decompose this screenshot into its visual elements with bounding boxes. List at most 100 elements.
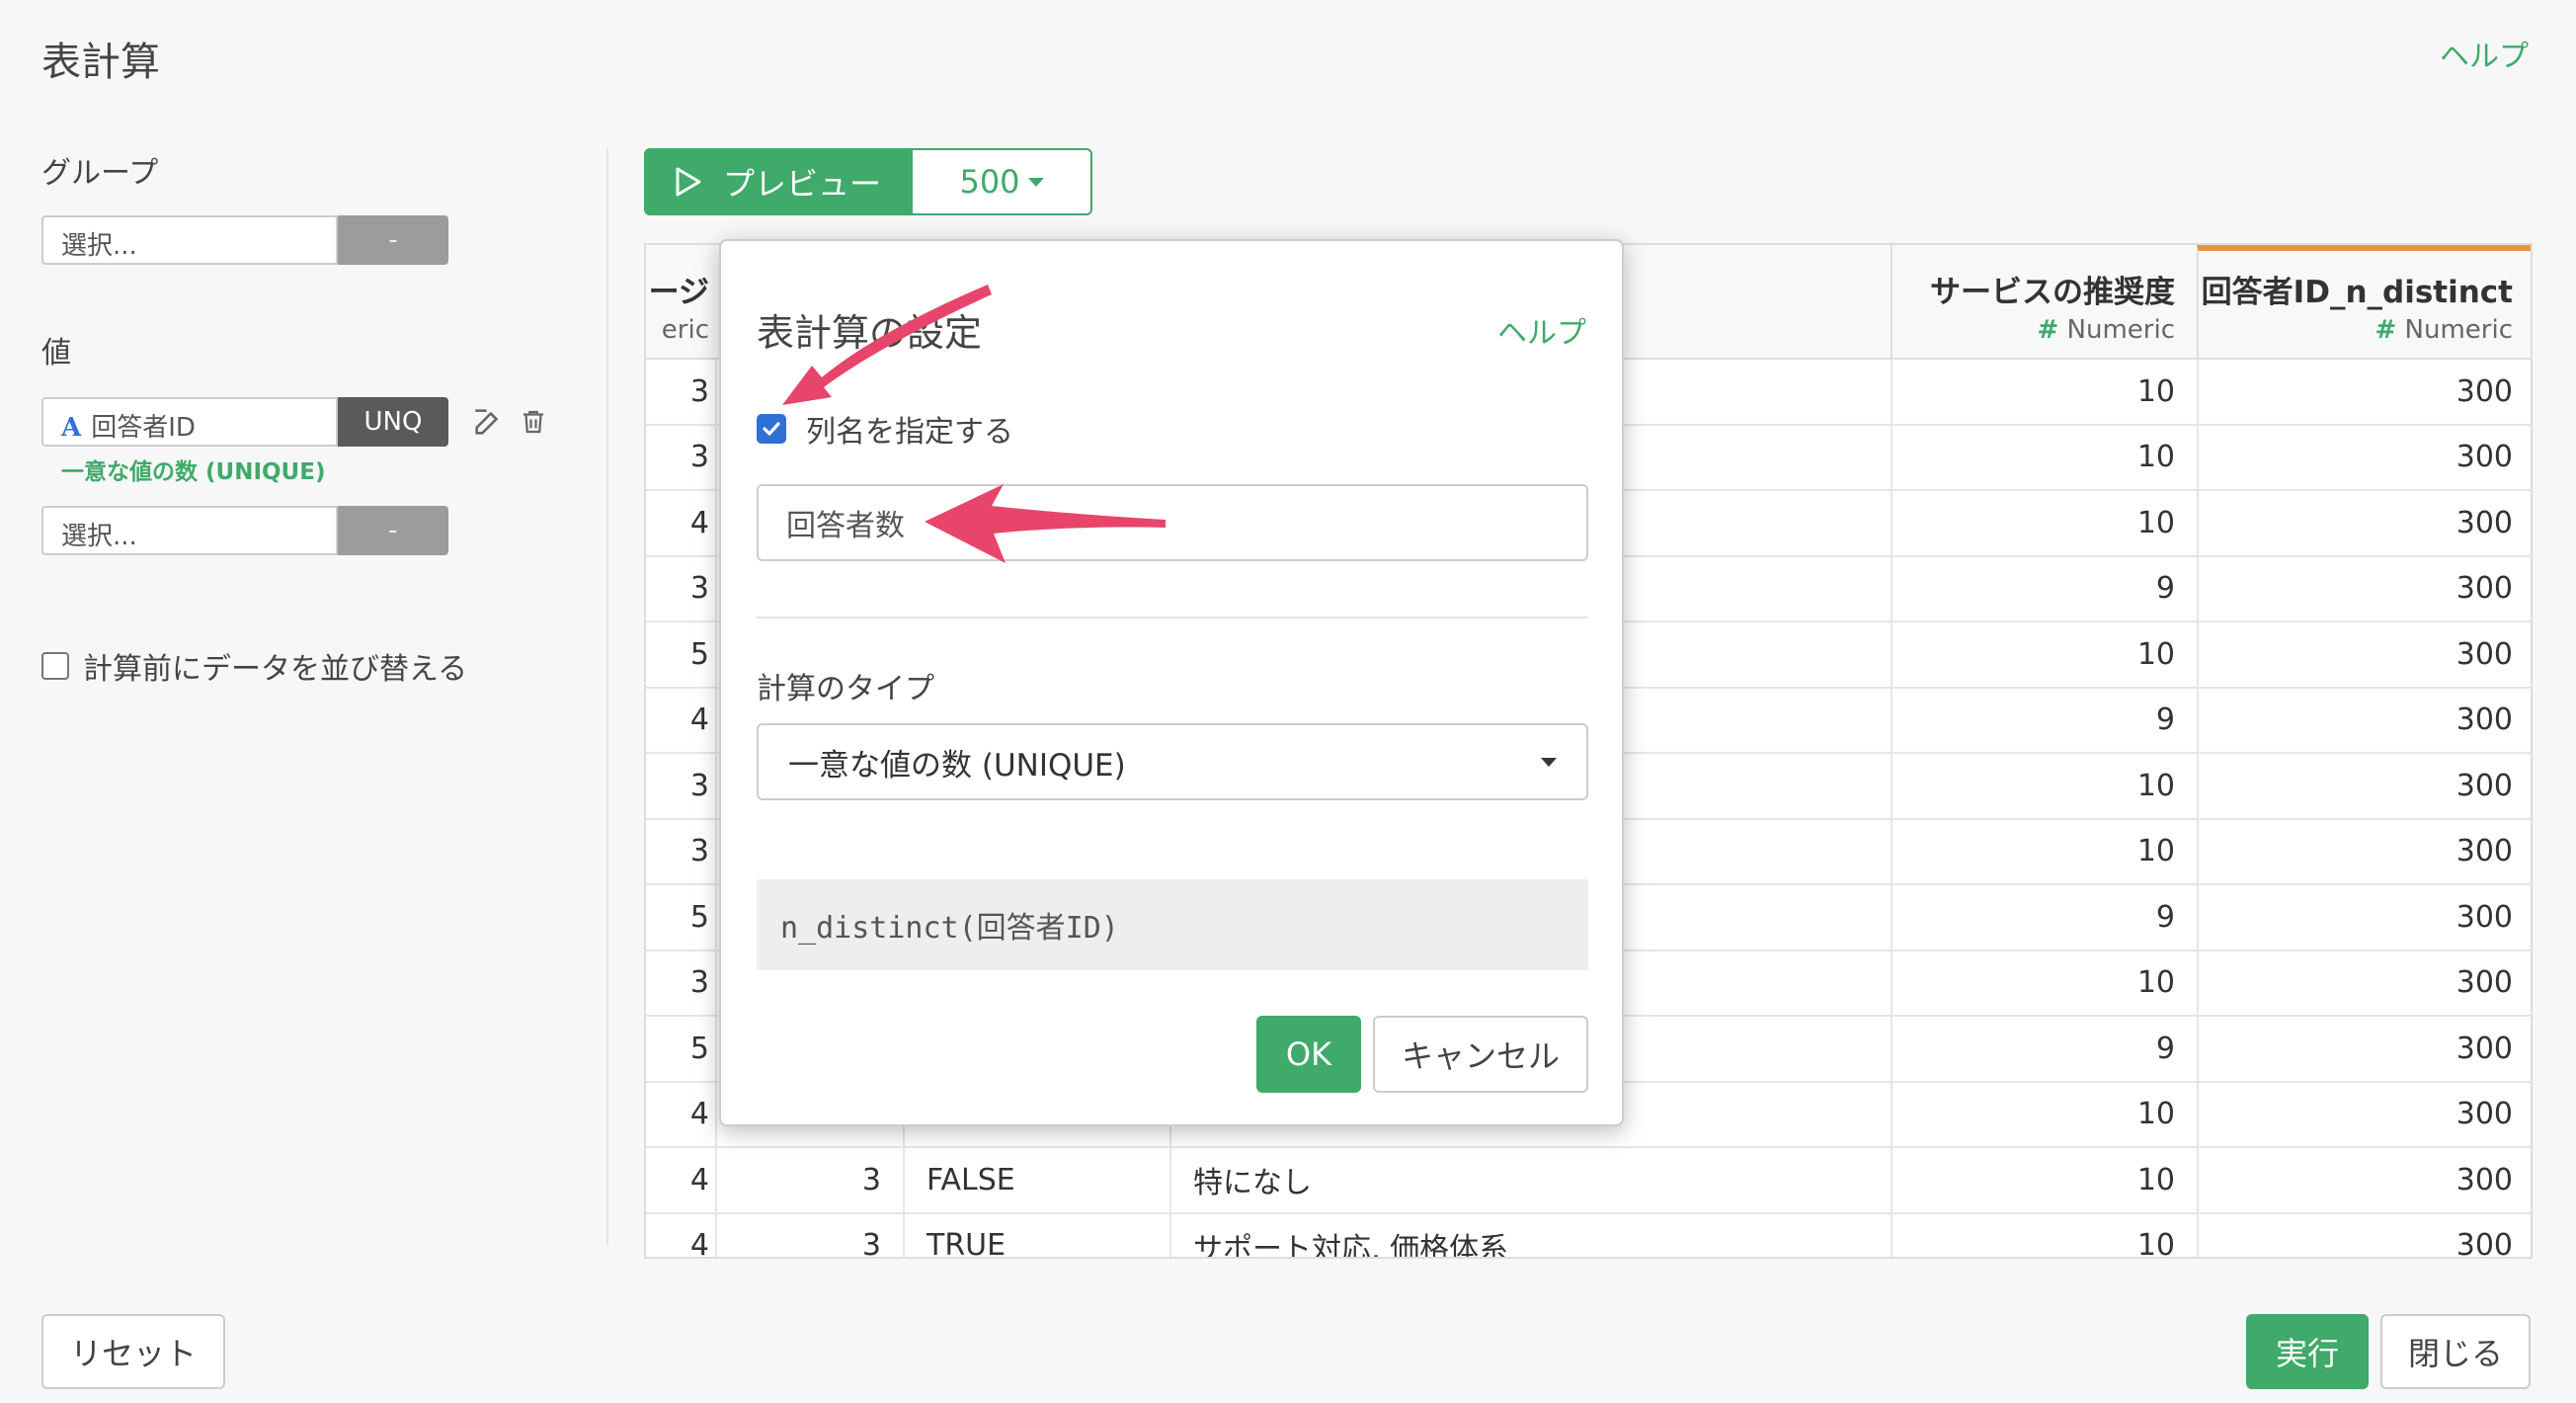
preview-button[interactable]: プレビュー [644, 148, 911, 215]
table-cell: 10 [1891, 491, 2197, 555]
edit-icon[interactable] [470, 404, 506, 440]
group-select[interactable]: 選択... - [41, 215, 448, 265]
table-cell: 特になし [1169, 1148, 1891, 1212]
table-cell: 4 [689, 702, 709, 738]
column-header[interactable]: サービスの推奨度 # Numeric [1891, 245, 2197, 360]
value-field-name: 回答者ID [91, 413, 196, 443]
table-cell: 4 [689, 1097, 709, 1132]
table-cell: 4 [689, 505, 709, 540]
specify-column-name-option[interactable]: 列名を指定する [757, 407, 1013, 451]
table-row: 4 3 TRUE サポート対応, 価格体系 10 300 [646, 1213, 2531, 1259]
table-cell: 10 [1891, 1082, 2197, 1146]
column-header[interactable]: ージ eric [646, 245, 715, 360]
specify-column-name-checkbox[interactable] [757, 414, 786, 444]
table-cell: 3 [689, 373, 709, 409]
column-type: # Numeric [2199, 315, 2513, 345]
table-cell: 300 [2197, 950, 2531, 1015]
table-cell: TRUE [903, 1213, 1169, 1257]
table-cell: 3 [715, 1148, 903, 1212]
table-cell: 300 [2197, 556, 2531, 620]
table-cell: 9 [1891, 1017, 2197, 1081]
table-cell: 10 [1891, 622, 2197, 687]
reset-button[interactable]: リセット [41, 1314, 225, 1389]
column-name-input[interactable] [757, 484, 1588, 561]
aggregation-button[interactable]: UNQ [338, 397, 448, 447]
table-cell: 10 [1891, 1213, 2197, 1257]
expression-preview: n_distinct(回答者ID) [757, 879, 1588, 970]
column-name: ージ [648, 275, 709, 310]
trash-icon[interactable] [516, 404, 551, 440]
numeric-icon: # [2037, 315, 2059, 345]
dialog-title: 表計算の設定 [757, 311, 983, 355]
ok-button[interactable]: OK [1256, 1016, 1361, 1093]
table-cell: 300 [2197, 1017, 2531, 1081]
value-label: 値 [41, 336, 71, 371]
help-link[interactable]: ヘルプ [2440, 32, 2529, 75]
table-cell: 300 [2197, 754, 2531, 818]
run-button[interactable]: 実行 [2246, 1314, 2369, 1389]
table-cell: 3 [715, 1213, 903, 1257]
table-cell: FALSE [903, 1148, 1169, 1212]
table-cell: 3 [689, 965, 709, 1001]
play-icon [676, 167, 701, 197]
panel-divider [606, 148, 608, 1245]
group-select-box[interactable]: 選択... [41, 215, 338, 265]
value-field[interactable]: A 回答者ID UNQ [41, 397, 448, 447]
row-count-dropdown[interactable]: 500 [911, 148, 1092, 215]
text-type-icon: A [61, 413, 82, 443]
specify-column-name-label: 列名を指定する [806, 415, 1013, 450]
value-field-row: A 回答者ID UNQ [41, 397, 575, 447]
column-name: サービスの推奨度 [1930, 275, 2175, 310]
close-button[interactable]: 閉じる [2380, 1314, 2531, 1389]
table-cell: 300 [2197, 360, 2531, 424]
table-cell: 3 [689, 768, 709, 803]
table-cell: 300 [2197, 425, 2531, 489]
table-cell: 3 [689, 440, 709, 475]
column-type: # Numeric [1892, 315, 2175, 345]
group-select-button[interactable]: - [338, 215, 448, 265]
dialog-divider [757, 617, 1588, 619]
table-cell: 9 [1891, 556, 2197, 620]
preview-label: プレビュー [722, 165, 881, 203]
table-cell: 10 [1891, 819, 2197, 883]
table-cell: 5 [689, 636, 709, 672]
table-cell: 300 [2197, 491, 2531, 555]
sort-checkbox[interactable] [41, 652, 69, 680]
calc-type-value: 一意な値の数 (UNIQUE) [788, 747, 1126, 784]
value-select[interactable]: 選択... - [41, 506, 448, 555]
cancel-button[interactable]: キャンセル [1373, 1016, 1588, 1093]
value-select-box[interactable]: 選択... [41, 506, 338, 555]
table-cell: 10 [1891, 754, 2197, 818]
table-cell: 10 [1891, 425, 2197, 489]
column-type-name: Numeric [2066, 315, 2175, 345]
page-title: 表計算 [41, 40, 160, 85]
value-field-box[interactable]: A 回答者ID [41, 397, 338, 447]
chevron-down-icon [1541, 757, 1557, 767]
calc-type-label: 計算のタイプ [757, 672, 934, 706]
table-cell: 300 [2197, 622, 2531, 687]
table-cell: 9 [1891, 688, 2197, 752]
table-cell: サポート対応, 価格体系 [1169, 1213, 1891, 1257]
table-calc-settings-dialog: 表計算の設定 ヘルプ 列名を指定する 計算のタイプ 一意な値の数 (UNIQUE… [719, 239, 1624, 1126]
calc-type-select[interactable]: 一意な値の数 (UNIQUE) [757, 723, 1588, 800]
sort-option[interactable]: 計算前にデータを並び替える [41, 644, 575, 688]
preview-toolbar: プレビュー 500 [644, 148, 1092, 215]
table-cell: 5 [689, 899, 709, 935]
dialog-help-link[interactable]: ヘルプ [1497, 308, 1586, 352]
row-count-value: 500 [959, 163, 1020, 201]
column-type-name: Numeric [2404, 315, 2513, 345]
group-label: グループ [41, 156, 159, 191]
table-cell: 300 [2197, 1213, 2531, 1257]
sort-label: 計算前にデータを並び替える [83, 652, 468, 687]
chevron-down-icon [1027, 177, 1044, 187]
table-cell: 4 [689, 1228, 709, 1259]
table-cell: 9 [1891, 885, 2197, 949]
numeric-icon: # [2375, 315, 2397, 345]
left-panel: グループ 選択... - 値 A 回答者ID UNQ 一意な値の数 (UNIQUE… [41, 148, 575, 688]
table-cell: 10 [1891, 950, 2197, 1015]
value-select-button[interactable]: - [338, 506, 448, 555]
column-header-new[interactable]: 回答者ID_n_distinct # Numeric [2197, 245, 2531, 360]
table-cell: 3 [689, 571, 709, 607]
check-icon [763, 422, 780, 436]
column-name: 回答者ID_n_distinct [2201, 275, 2513, 310]
